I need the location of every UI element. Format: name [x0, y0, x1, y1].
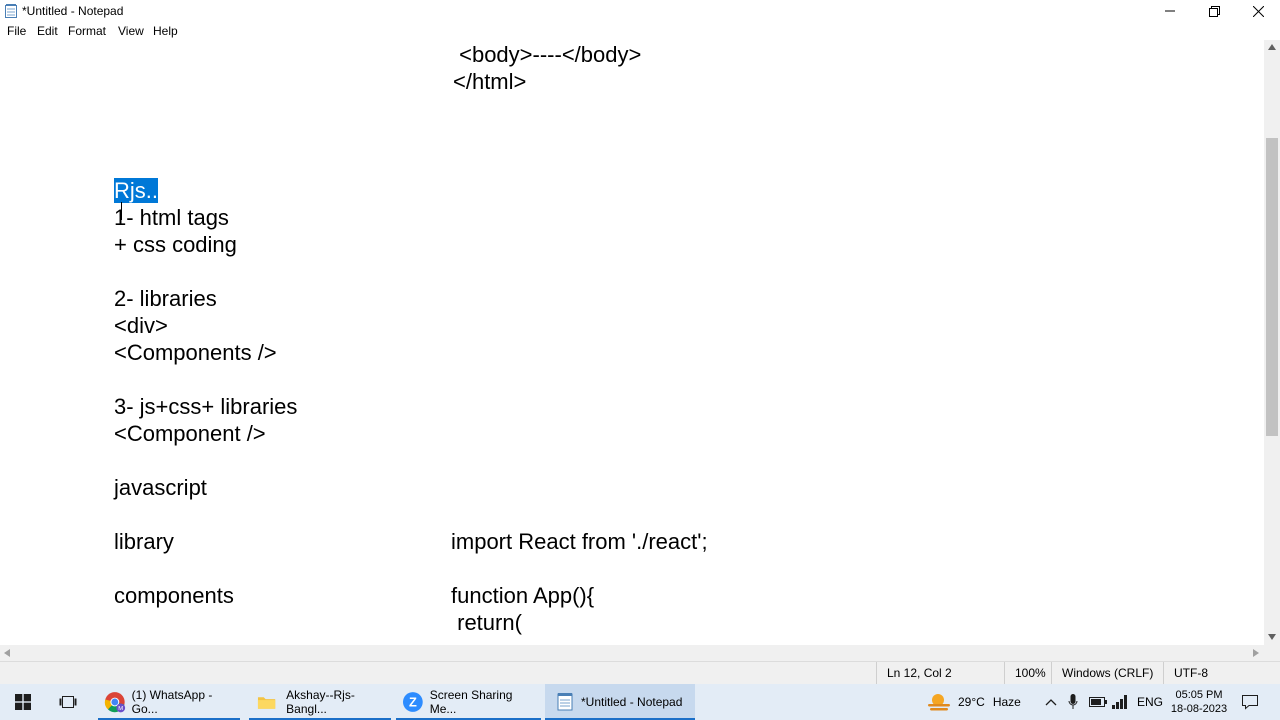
- horizontal-scrollbar[interactable]: [0, 645, 1264, 661]
- mouse-cursor: [121, 202, 122, 220]
- taskbar-item-label: Screen Sharing Me...: [429, 688, 513, 716]
- menu-edit[interactable]: Edit: [37, 24, 58, 38]
- signal-icon: [1112, 695, 1127, 709]
- menu-view[interactable]: View: [118, 24, 144, 38]
- haze-sun-icon: [928, 694, 950, 711]
- minimize-button[interactable]: [1148, 0, 1192, 22]
- notification-icon: [1242, 695, 1258, 710]
- clock[interactable]: 05:05 PM 18-08-2023: [1170, 684, 1228, 720]
- editor-line: components: [114, 583, 234, 608]
- taskbar: M (1) WhatsApp - Go... Akshay--Rjs-Bangl…: [0, 684, 1280, 720]
- status-position: Ln 12, Col 2: [876, 662, 1004, 685]
- editor-line: <div>: [114, 313, 168, 338]
- editor-line: 1- html tags: [114, 205, 229, 230]
- weather-widget[interactable]: 29°C Haze: [926, 684, 1021, 720]
- menu-help[interactable]: Help: [153, 24, 178, 38]
- editor-line: function App(){: [451, 583, 595, 608]
- editor-line-selected: Rjs..: [114, 177, 158, 204]
- microphone-icon: [1068, 694, 1078, 709]
- editor-line: 2- libraries: [114, 286, 217, 311]
- editor-line: </html>: [453, 69, 527, 94]
- editor-line: return(: [451, 610, 522, 635]
- chrome-icon: M: [104, 692, 126, 713]
- minimize-icon: [1165, 10, 1175, 12]
- close-icon: [1252, 5, 1264, 17]
- status-line-ending: Windows (CRLF): [1051, 662, 1163, 685]
- svg-text:Z: Z: [409, 694, 417, 709]
- battery-icon: [1089, 697, 1107, 707]
- editor-line: javascript: [114, 475, 207, 500]
- status-zoom: 100%: [1004, 662, 1051, 685]
- taskbar-item-label: (1) WhatsApp - Go...: [131, 688, 213, 716]
- text-selection: Rjs..: [114, 178, 158, 203]
- editor-line: <Component />: [114, 421, 266, 446]
- taskbar-item-whatsapp[interactable]: M (1) WhatsApp - Go...: [98, 684, 240, 720]
- editor-line: 3- js+css+ libraries: [114, 394, 298, 419]
- vertical-scrollbar[interactable]: [1264, 40, 1280, 645]
- window-title: *Untitled - Notepad: [22, 4, 124, 18]
- battery-button[interactable]: [1089, 684, 1107, 720]
- scroll-up-icon[interactable]: [1268, 44, 1276, 50]
- weather-condition: Haze: [992, 695, 1021, 709]
- notepad-icon: [5, 4, 17, 18]
- close-button[interactable]: [1236, 0, 1280, 22]
- clock-date: 18-08-2023: [1170, 703, 1228, 715]
- clock-time: 05:05 PM: [1175, 689, 1223, 701]
- folder-icon: [257, 697, 276, 709]
- taskbar-item-notepad[interactable]: *Untitled - Notepad: [545, 684, 695, 720]
- editor-line: + css coding: [114, 232, 237, 257]
- status-bar: Ln 12, Col 2 100% Windows (CRLF) UTF-8: [0, 661, 1280, 685]
- restore-icon: [1208, 5, 1220, 17]
- vertical-scroll-thumb[interactable]: [1266, 138, 1278, 436]
- editor-line: <body>----</body>: [453, 42, 642, 67]
- taskbar-item-label: *Untitled - Notepad: [581, 695, 683, 709]
- status-encoding: UTF-8: [1163, 662, 1280, 685]
- language-label: ENG: [1137, 695, 1164, 709]
- scroll-left-icon[interactable]: [4, 649, 10, 657]
- menu-bar: File Edit Format View Help: [0, 22, 1280, 40]
- scroll-right-icon[interactable]: [1253, 649, 1259, 657]
- svg-text:M: M: [118, 706, 123, 712]
- editor-line: library: [114, 529, 174, 554]
- chevron-up-icon: [1045, 699, 1057, 706]
- menu-file[interactable]: File: [7, 24, 26, 38]
- microphone-button[interactable]: [1068, 684, 1078, 720]
- text-editor[interactable]: <body>----</body> </html> Rjs.. 1- html …: [0, 40, 1264, 645]
- title-bar: *Untitled - Notepad: [0, 0, 1280, 22]
- zoom-icon: Z: [402, 692, 423, 712]
- taskbar-item-zoom[interactable]: Z Screen Sharing Me...: [396, 684, 541, 720]
- windows-logo-icon: [15, 694, 31, 710]
- editor-line: <Components />: [114, 340, 277, 365]
- scroll-down-icon[interactable]: [1268, 634, 1276, 640]
- language-indicator[interactable]: ENG: [1137, 684, 1163, 720]
- menu-format[interactable]: Format: [68, 24, 106, 38]
- editor-line: import React from './react';: [451, 529, 708, 554]
- start-button[interactable]: [0, 684, 46, 720]
- maximize-button[interactable]: [1192, 0, 1236, 22]
- scrollbar-corner: [1264, 645, 1280, 661]
- taskbar-item-label: Akshay--Rjs-Bangl...: [286, 688, 355, 716]
- show-hidden-icons-button[interactable]: [1045, 684, 1057, 720]
- task-view-button[interactable]: [46, 684, 90, 720]
- notifications-button[interactable]: [1241, 684, 1259, 720]
- notepad-icon: [557, 693, 573, 711]
- weather-temperature: 29°C: [958, 695, 985, 709]
- taskbar-item-folder[interactable]: Akshay--Rjs-Bangl...: [249, 684, 391, 720]
- task-view-icon: [59, 696, 77, 708]
- network-button[interactable]: [1112, 684, 1128, 720]
